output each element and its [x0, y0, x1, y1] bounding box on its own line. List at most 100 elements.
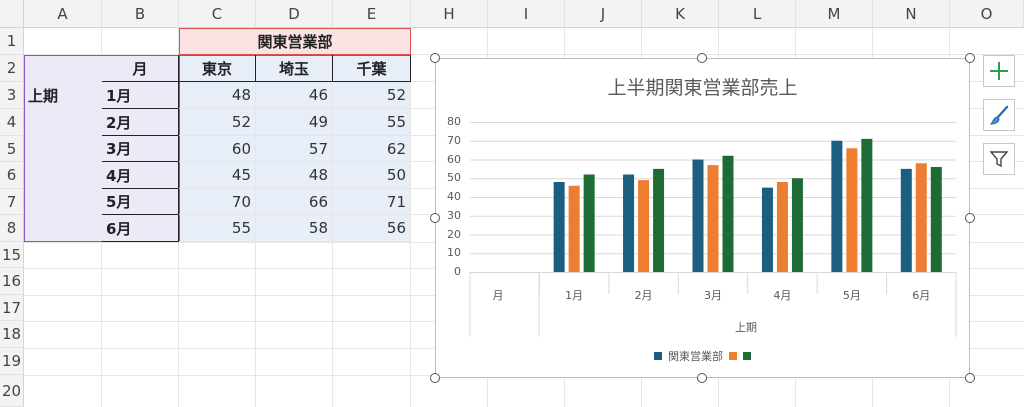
month-cell[interactable]: 3月: [102, 136, 179, 162]
value-cell[interactable]: 48: [256, 162, 333, 189]
row-header-7[interactable]: 7: [0, 189, 24, 215]
period-cell[interactable]: 上期: [24, 82, 102, 109]
month-cell[interactable]: 1月: [102, 82, 179, 109]
resize-handle-tl[interactable]: [430, 53, 440, 63]
resize-handle-bl[interactable]: [430, 373, 440, 383]
month-cell[interactable]: 2月: [102, 109, 179, 136]
value-cell[interactable]: 70: [179, 189, 256, 215]
row-header-18[interactable]: 18: [0, 321, 24, 348]
bar-series-3-4月[interactable]: [791, 178, 803, 272]
value-cell[interactable]: 45: [179, 162, 256, 189]
value-cell[interactable]: 71: [333, 189, 411, 215]
plus-icon: [990, 62, 1008, 80]
row-header-5[interactable]: 5: [0, 136, 24, 162]
column-header-o[interactable]: O: [950, 0, 1024, 28]
bar-series-3-2月[interactable]: [653, 168, 665, 272]
value-cell[interactable]: 52: [179, 109, 256, 136]
value-cell[interactable]: 55: [179, 215, 256, 242]
column-header-i[interactable]: I: [488, 0, 565, 28]
bar-series-3-3月[interactable]: [722, 155, 734, 272]
row-header-2[interactable]: 2: [0, 55, 24, 82]
row-header-16[interactable]: 16: [0, 268, 24, 295]
plot-area[interactable]: [436, 59, 971, 379]
x-axis-label-month: 月: [492, 289, 504, 302]
column-header-k[interactable]: K: [642, 0, 719, 28]
column-header-b[interactable]: B: [102, 0, 179, 28]
value-cell[interactable]: 48: [179, 82, 256, 109]
chart-filters-button[interactable]: [983, 143, 1015, 175]
chart-styles-button[interactable]: [983, 99, 1015, 131]
bar-series-1-6月[interactable]: [900, 168, 912, 272]
region-header-tokyo[interactable]: 東京: [179, 55, 256, 82]
column-header-j[interactable]: J: [565, 0, 642, 28]
bar-series-3-1月[interactable]: [583, 174, 595, 273]
bar-series-1-2月[interactable]: [623, 174, 635, 273]
region-header-saitama[interactable]: 埼玉: [256, 55, 333, 82]
bar-series-2-4月[interactable]: [776, 182, 788, 272]
resize-handle-r[interactable]: [965, 213, 975, 223]
bar-series-3-6月[interactable]: [930, 167, 942, 272]
value-cell[interactable]: 49: [256, 109, 333, 136]
bar-series-1-4月[interactable]: [761, 187, 773, 272]
month-cell[interactable]: 4月: [102, 162, 179, 189]
x-tick-label: 6月: [912, 289, 931, 302]
column-header-l[interactable]: L: [719, 0, 796, 28]
column-header-e[interactable]: E: [333, 0, 411, 28]
value-cell[interactable]: 46: [256, 82, 333, 109]
row-header-8[interactable]: 8: [0, 215, 24, 242]
region-header-chiba[interactable]: 千葉: [333, 55, 411, 82]
resize-handle-t[interactable]: [697, 53, 707, 63]
row-header-6[interactable]: 6: [0, 162, 24, 189]
bar-series-1-1月[interactable]: [553, 182, 565, 272]
resize-handle-tr[interactable]: [965, 53, 975, 63]
value-cell[interactable]: 66: [256, 189, 333, 215]
value-cell[interactable]: 60: [179, 136, 256, 162]
header-group-cell[interactable]: 関東営業部: [179, 28, 411, 55]
month-cell[interactable]: 5月: [102, 189, 179, 215]
bar-series-2-1月[interactable]: [568, 185, 580, 272]
resize-handle-l[interactable]: [430, 213, 440, 223]
chart-area[interactable]: 上半期関東営業部売上 80 70 60 50 40 30 20 10 0 月 上期 1月 2月 3月…: [435, 58, 970, 378]
value-cell[interactable]: 62: [333, 136, 411, 162]
month-header-cell[interactable]: 月: [102, 55, 179, 82]
chart-elements-button[interactable]: [983, 55, 1015, 87]
column-header-c[interactable]: C: [179, 0, 256, 28]
x-tick-label: 4月: [773, 289, 792, 302]
value-cell[interactable]: 57: [256, 136, 333, 162]
bar-series-2-2月[interactable]: [638, 180, 650, 272]
resize-handle-b[interactable]: [697, 373, 707, 383]
select-all-corner[interactable]: [0, 0, 24, 28]
legend-swatch-3: [743, 352, 751, 360]
value-cell[interactable]: 50: [333, 162, 411, 189]
row-header-3[interactable]: 3: [0, 82, 24, 109]
spreadsheet: A B C D E H I J K L M N O 1 2 3 4 5 6 7 …: [0, 0, 1024, 407]
value-cell[interactable]: 56: [333, 215, 411, 242]
resize-handle-br[interactable]: [965, 373, 975, 383]
value-cell[interactable]: 58: [256, 215, 333, 242]
row-header-19[interactable]: 19: [0, 348, 24, 375]
bar-series-1-5月[interactable]: [831, 140, 843, 272]
brush-icon: [989, 105, 1009, 125]
filter-icon: [989, 151, 1009, 168]
row-header-1[interactable]: 1: [0, 28, 24, 55]
month-cell[interactable]: 6月: [102, 215, 179, 242]
row-header-20[interactable]: 20: [0, 375, 24, 407]
column-header-d[interactable]: D: [256, 0, 333, 28]
legend-swatch-1: [654, 352, 662, 360]
legend-swatch-2: [729, 352, 737, 360]
bar-series-1-3月[interactable]: [692, 159, 704, 273]
row-header-17[interactable]: 17: [0, 295, 24, 321]
row-header-4[interactable]: 4: [0, 109, 24, 136]
bar-series-2-5月[interactable]: [846, 148, 858, 272]
column-header-m[interactable]: M: [796, 0, 873, 28]
bar-series-2-6月[interactable]: [915, 163, 927, 272]
bar-series-2-3月[interactable]: [707, 165, 719, 272]
column-header-a[interactable]: A: [24, 0, 102, 28]
row-header-15[interactable]: 15: [0, 242, 24, 268]
chart-legend[interactable]: 関東営業部: [436, 348, 969, 364]
column-header-n[interactable]: N: [873, 0, 950, 28]
column-header-h[interactable]: H: [411, 0, 488, 28]
bar-series-3-5月[interactable]: [861, 138, 873, 272]
value-cell[interactable]: 52: [333, 82, 411, 109]
value-cell[interactable]: 55: [333, 109, 411, 136]
